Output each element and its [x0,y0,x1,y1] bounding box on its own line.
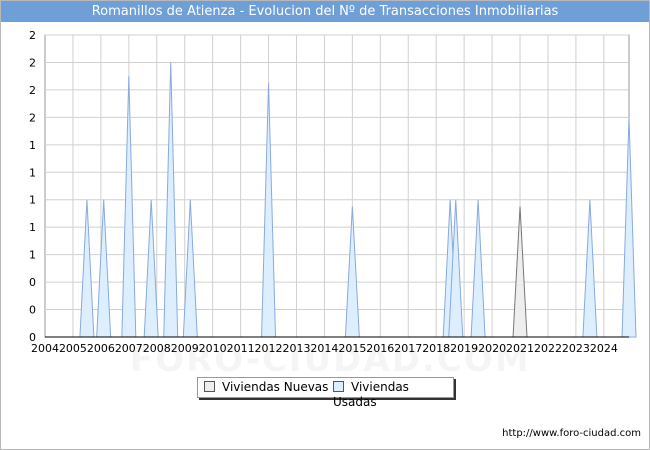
x-tick-label: 2022 [534,342,562,355]
y-tick-label: 1 [29,249,36,262]
x-tick-label: 2016 [366,342,394,355]
x-tick-label: 2014 [310,342,338,355]
x-tick-label: 2011 [227,342,255,355]
legend-label-nuevas: Viviendas Nuevas [222,380,329,394]
x-tick-label: 2019 [450,342,478,355]
source-credit: http://www.foro-ciudad.com [502,428,641,439]
y-tick-label: 0 [29,304,36,317]
y-tick-label: 2 [29,111,36,124]
y-tick-label: 1 [29,166,36,179]
x-tick-label: 2024 [590,342,618,355]
y-tick-label: 1 [29,194,36,207]
x-tick-label: 2007 [115,342,143,355]
x-tick-label: 2012 [255,342,283,355]
y-tick-label: 2 [29,84,36,97]
y-tick-label: 1 [29,221,36,234]
x-tick-labels: 2004 2005 2006 2007 2008 2009 2010 2011 2012 2013… [31,342,618,355]
x-tick-label: 2018 [422,342,450,355]
x-tick-label: 2013 [282,342,310,355]
x-tick-label: 2021 [506,342,534,355]
x-tick-label: 2006 [87,342,115,355]
y-tick-label: 1 [29,139,36,152]
legend: Viviendas Nuevas Viviendas Usadas [197,377,454,409]
x-tick-label: 2020 [478,342,506,355]
x-tick-label: 2015 [338,342,366,355]
x-tick-label: 2017 [394,342,422,355]
x-tick-label: 2023 [562,342,590,355]
y-tick-label: 0 [29,331,36,344]
x-tick-label: 2009 [171,342,199,355]
legend-swatch-usadas [333,381,344,392]
y-tick-label: 2 [29,29,36,42]
legend-item-nuevas: Viviendas Nuevas [204,380,328,395]
x-tick-label: 2008 [143,342,171,355]
y-tick-label: 0 [29,276,36,289]
x-tick-label: 2005 [59,342,87,355]
y-tick-labels: 0 0 0 1 1 1 1 1 2 2 2 2 [29,29,36,344]
y-tick-label: 2 [29,56,36,69]
x-tick-label: 2010 [199,342,227,355]
legend-swatch-nuevas [204,381,215,392]
legend-item-usadas: Viviendas Usadas [333,380,453,409]
